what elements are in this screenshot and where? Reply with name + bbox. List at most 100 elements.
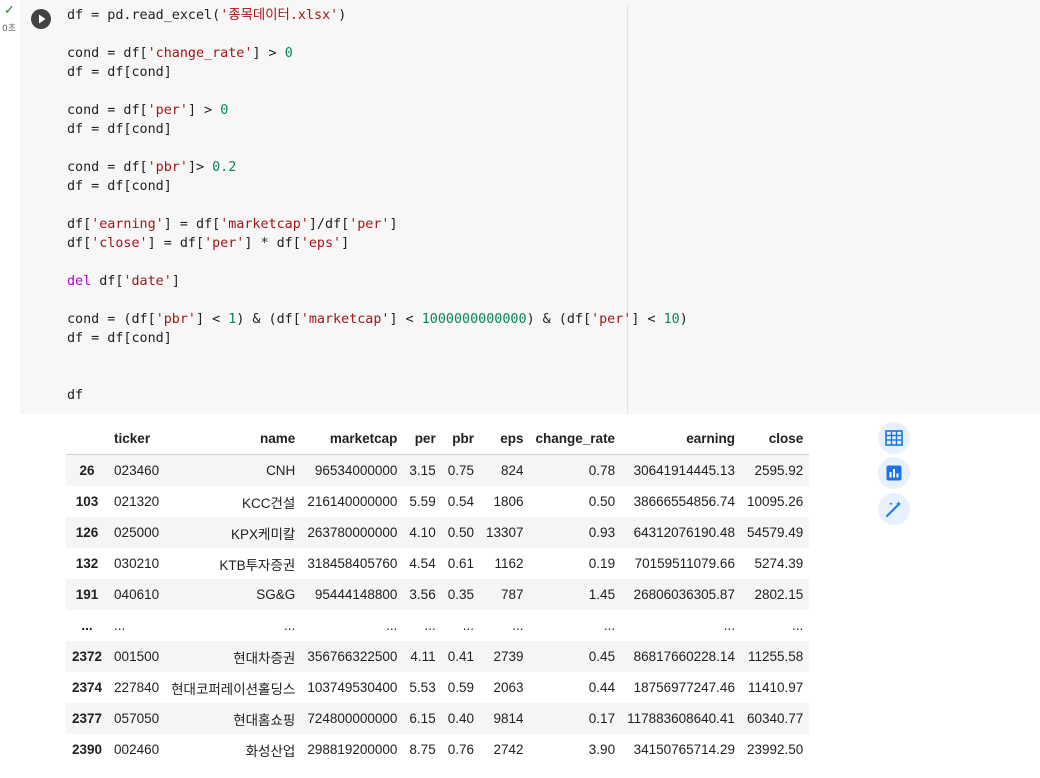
table-row: 126 025000 KPX케미칼 263780000000 4.10 0.50 13307…	[66, 517, 810, 548]
code-token: cond = df[	[67, 103, 148, 118]
column-header: per	[403, 423, 442, 455]
table-cell: 117883608640.41	[627, 711, 735, 726]
column-header: name	[165, 423, 302, 455]
code-token: 'earning'	[91, 217, 164, 232]
table-cell: 318458405760	[307, 556, 398, 571]
code-token: ] * df[	[244, 236, 301, 251]
table-cell: 0.45	[588, 649, 616, 664]
table-cell: 3.15	[409, 463, 436, 478]
column-header	[66, 423, 109, 455]
table-cell: 0.78	[588, 463, 616, 478]
table-cell: 0.76	[447, 742, 474, 757]
cell-gutter: ✓ 0초	[0, 0, 20, 778]
table-cell: 216140000000	[307, 494, 398, 509]
suggest-charts-button[interactable]	[878, 457, 910, 489]
row-index: 126	[75, 525, 99, 540]
table-cell: 1.45	[588, 587, 616, 602]
table-cell: 13307	[485, 525, 524, 540]
table-row: 191 040610 SG&G 95444148800 3.56 0.35 787 1.45 2…	[66, 579, 810, 610]
code-token: df = df[cond]	[67, 122, 172, 137]
code-token: ] <	[196, 312, 229, 327]
code-token: 'close'	[91, 236, 148, 251]
table-cell: 023460	[114, 463, 160, 478]
table-cell: 0.93	[588, 525, 616, 540]
table-cell: 4.54	[409, 556, 436, 571]
code-line: df = pd.read_excel('종목데이터.xlsx')	[67, 6, 688, 25]
code-token: ] <	[389, 312, 422, 327]
table-row: 26 023460 CNH 96534000000 3.15 0.75 824 0.78 306…	[66, 454, 810, 486]
table-cell: ...	[792, 618, 804, 633]
table-cell: 60340.77	[746, 711, 804, 726]
column-header: eps	[479, 423, 530, 455]
table-cell: ...	[603, 618, 616, 633]
row-index: 2377	[72, 711, 103, 726]
code-token: 'eps'	[300, 236, 342, 251]
column-header: change_rate	[529, 423, 622, 455]
table-cell: 025000	[114, 525, 160, 540]
table-cell: 0.59	[447, 680, 474, 695]
table-cell: 0.35	[447, 587, 474, 602]
table-cell: 현대차증권	[233, 650, 296, 666]
table-cell: 4.10	[409, 525, 436, 540]
table-cell: 6.15	[409, 711, 436, 726]
table-cell: 3.90	[588, 742, 616, 757]
table-cell: 64312076190.48	[633, 525, 735, 540]
table-cell: 263780000000	[307, 525, 398, 540]
table-cell: KCC건설	[241, 495, 296, 511]
code-text[interactable]: df = pd.read_excel('종목데이터.xlsx')cond = d…	[67, 6, 688, 405]
table-row: 2390 002460 화성산업 298819200000 8.75 0.76 2742 3.…	[66, 734, 809, 765]
table-cell: 057050	[114, 711, 160, 726]
table-cell: 2063	[493, 680, 524, 695]
code-token: ) & (df[	[526, 312, 592, 327]
table-cell: 11255.58	[747, 649, 804, 664]
code-line: cond = (df['pbr'] < 1) & (df['marketcap'…	[67, 310, 688, 329]
table-cell: 356766322500	[307, 649, 398, 664]
code-token: df = df[cond]	[67, 331, 172, 346]
table-cell: 298819200000	[307, 742, 398, 757]
code-token: )	[338, 8, 347, 23]
code-token: 10	[663, 312, 680, 327]
generate-code-button[interactable]	[878, 493, 910, 525]
check-icon: ✓	[4, 3, 15, 18]
code-line: df = df[cond]	[67, 63, 688, 82]
table-cell: 54579.49	[746, 525, 804, 540]
code-line: df['close'] = df['per'] * df['eps']	[67, 234, 688, 253]
code-token: cond = df[	[67, 46, 148, 61]
code-token: )	[679, 312, 688, 327]
convert-to-table-button[interactable]	[878, 422, 910, 454]
table-cell: 4.11	[410, 649, 436, 664]
table-cell: 5.53	[409, 680, 436, 695]
code-token: '종목데이터.xlsx'	[220, 8, 339, 23]
table-cell: ...	[114, 618, 126, 633]
code-token: ]	[171, 274, 180, 289]
table-cell: ...	[424, 618, 436, 633]
table-cell: 724800000000	[307, 711, 398, 726]
table-cell: 38666554856.74	[633, 494, 735, 509]
code-token: 'pbr'	[155, 312, 196, 327]
code-line: del df['date']	[67, 272, 688, 291]
table-cell: 2595.92	[754, 463, 804, 478]
code-token: ] = df[	[163, 217, 221, 232]
code-line: cond = df['pbr']> 0.2	[67, 158, 688, 177]
run-cell-button[interactable]	[31, 9, 51, 29]
table-cell: 8.75	[409, 742, 436, 757]
table-cell: 10095.26	[746, 494, 804, 509]
table-body: 26 023460 CNH 96534000000 3.15 0.75 824 0.78 306…	[66, 454, 810, 766]
table-cell: 0.61	[447, 556, 474, 571]
column-header: ticker	[108, 423, 166, 455]
row-index: 2390	[72, 742, 103, 757]
table-icon	[885, 430, 903, 446]
table-row: 103 021320 KCC건설 216140000000 5.59 0.54 1806 0.…	[66, 486, 809, 517]
code-token: 'date'	[123, 274, 172, 289]
code-line: df = df[cond]	[67, 120, 688, 139]
table-cell: 3.56	[409, 587, 436, 602]
table-cell: 70159511079.66	[634, 556, 735, 571]
column-header: close	[740, 423, 810, 455]
row-index: 132	[75, 556, 99, 571]
table-row: 132 030210 KTB투자증권 318458405760 4.54 0.61 1162…	[66, 548, 809, 579]
table-cell: 0.50	[447, 525, 474, 540]
